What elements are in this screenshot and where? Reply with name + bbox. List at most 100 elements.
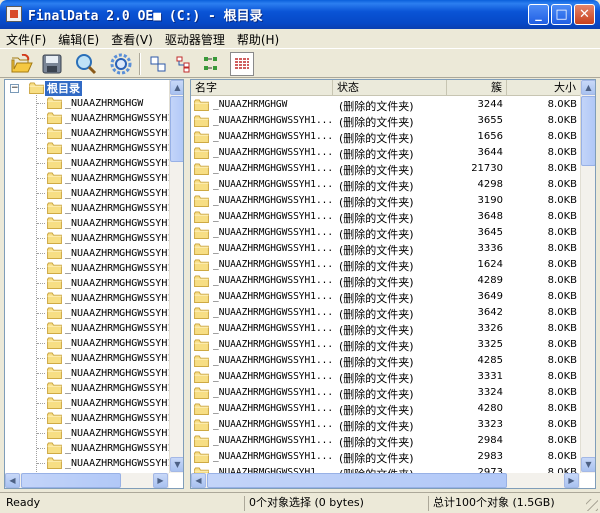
tree-item[interactable]: _NUAAZHRMGHGWSSYH12	[5, 306, 179, 321]
tree-item[interactable]: _NUAAZHRMGHGWSSYH12	[5, 291, 179, 306]
file-list-pane[interactable]: 名字 状态 簇 大小 _NUAAZHRMGHGW (删除的文件夹) 3244 8.0K…	[190, 79, 596, 489]
tree-item[interactable]: _NUAAZHRMGHGW	[5, 96, 171, 111]
menu-drive-management[interactable]: 驱动器管理	[159, 29, 231, 48]
scroll-down-icon[interactable]: ▼	[581, 457, 595, 472]
minimize-button[interactable]: _	[528, 4, 549, 25]
view-list-icon[interactable]	[200, 52, 224, 76]
list-horizontal-scrollbar[interactable]: ◀ ▶	[191, 473, 580, 488]
file-row[interactable]: _NUAAZHRMGHGWSSYH1... (删除的文件夹) 3326 8.0KB	[191, 321, 581, 337]
tree-item[interactable]: _NUAAZHRMGHGWSSYH12	[5, 441, 179, 456]
file-row[interactable]: _NUAAZHRMGHGWSSYH1... (删除的文件夹) 3648 8.0KB	[191, 209, 581, 225]
tree-item[interactable]: _NUAAZHRMGHGWSSYH12	[5, 141, 179, 156]
folder-icon	[194, 179, 209, 191]
file-row[interactable]: _NUAAZHRMGHGWSSYH1... (删除的文件夹) 4298 8.0KB	[191, 177, 581, 193]
column-size[interactable]: 大小	[507, 80, 581, 96]
file-row[interactable]: _NUAAZHRMGHGWSSYH1... (删除的文件夹) 3645 8.0KB	[191, 225, 581, 241]
menu-edit[interactable]: 编辑(E)	[52, 29, 105, 48]
settings-gear-icon[interactable]	[109, 52, 133, 76]
collapse-toggle-icon[interactable]: −	[10, 84, 19, 93]
view-large-icons-icon[interactable]	[146, 52, 170, 76]
file-size: 8.0KB	[547, 339, 577, 350]
file-row[interactable]: _NUAAZHRMGHGWSSYH1... (删除的文件夹) 3649 8.0KB	[191, 289, 581, 305]
tree-item[interactable]: _NUAAZHRMGHGWSSYH12	[5, 426, 179, 441]
scroll-down-icon[interactable]: ▼	[170, 457, 183, 472]
close-button[interactable]: ✕	[574, 4, 595, 25]
tree-item[interactable]: _NUAAZHRMGHGWSSYH12	[5, 411, 179, 426]
tree-item-label: _NUAAZHRMGHGWSSYH12	[65, 173, 180, 184]
resize-grip[interactable]	[586, 499, 598, 511]
menu-view[interactable]: 查看(V)	[105, 29, 159, 48]
open-folder-icon[interactable]	[10, 52, 34, 76]
tree-item[interactable]: _NUAAZHRMGHGWSSYH12	[5, 456, 179, 471]
scroll-left-icon[interactable]: ◀	[5, 473, 20, 488]
file-row[interactable]: _NUAAZHRMGHGWSSYH1... (删除的文件夹) 3190 8.0KB	[191, 193, 581, 209]
title-bar[interactable]: FinalData 2.0 OE■ (C:) - 根目录 _ □ ✕	[0, 0, 600, 29]
tree-vertical-scrollbar[interactable]: ▲ ▼	[169, 80, 183, 473]
tree-item[interactable]: _NUAAZHRMGHGWSSYH12	[5, 261, 179, 276]
file-row[interactable]: _NUAAZHRMGHGWSSYH1... (删除的文件夹) 3325 8.0KB	[191, 337, 581, 353]
scroll-thumb-horizontal[interactable]	[207, 473, 507, 488]
tree-item[interactable]: _NUAAZHRMGHGWSSYH12	[5, 381, 179, 396]
file-row[interactable]: _NUAAZHRMGHGWSSYH1... (删除的文件夹) 3655 8.0KB	[191, 113, 581, 129]
file-size: 8.0KB	[547, 259, 577, 270]
maximize-button[interactable]: □	[551, 4, 572, 25]
tree-item[interactable]: _NUAAZHRMGHGWSSYH12	[5, 111, 179, 126]
file-row[interactable]: _NUAAZHRMGHGWSSYH1... (删除的文件夹) 21730 8.0KB	[191, 161, 581, 177]
column-name[interactable]: 名字	[191, 80, 333, 96]
tree-item[interactable]: _NUAAZHRMGHGWSSYH12	[5, 216, 179, 231]
tree-item[interactable]: _NUAAZHRMGHGWSSYH12	[5, 171, 179, 186]
search-magnifier-icon[interactable]	[74, 52, 98, 76]
column-status[interactable]: 状态	[333, 80, 447, 96]
file-row[interactable]: _NUAAZHRMGHGWSSYH1... (删除的文件夹) 2984 8.0KB	[191, 433, 581, 449]
file-size: 8.0KB	[547, 371, 577, 382]
tree-item[interactable]: _NUAAZHRMGHGWSSYH12	[5, 366, 179, 381]
folder-tree-pane[interactable]: − 根目录 _NUAAZHRMGHGW _NUAAZHRMGHGWSSYH12 _N…	[4, 79, 184, 489]
view-small-icons-icon[interactable]	[173, 52, 197, 76]
scroll-up-icon[interactable]: ▲	[170, 80, 183, 95]
save-disk-icon[interactable]	[40, 52, 64, 76]
file-row[interactable]: _NUAAZHRMGHGWSSYH1... (删除的文件夹) 3324 8.0KB	[191, 385, 581, 401]
file-row[interactable]: _NUAAZHRMGHGWSSYH1... (删除的文件夹) 1624 8.0KB	[191, 257, 581, 273]
folder-icon	[47, 232, 62, 244]
tree-item[interactable]: _NUAAZHRMGHGWSSYH12	[5, 336, 179, 351]
list-vertical-scrollbar[interactable]: ▲ ▼	[580, 80, 595, 473]
file-row[interactable]: _NUAAZHRMGHGWSSYH1... (删除的文件夹) 3323 8.0KB	[191, 417, 581, 433]
file-row[interactable]: _NUAAZHRMGHGWSSYH1... (删除的文件夹) 1656 8.0KB	[191, 129, 581, 145]
file-row[interactable]: _NUAAZHRMGHGWSSYH1... (删除的文件夹) 4285 8.0KB	[191, 353, 581, 369]
file-row[interactable]: _NUAAZHRMGHGWSSYH1... (删除的文件夹) 2983 8.0KB	[191, 449, 581, 465]
file-row[interactable]: _NUAAZHRMGHGWSSYH1... (删除的文件夹) 3331 8.0KB	[191, 369, 581, 385]
tree-item[interactable]: _NUAAZHRMGHGWSSYH12	[5, 321, 179, 336]
tree-item[interactable]: _NUAAZHRMGHGWSSYH12	[5, 231, 179, 246]
scroll-thumb-horizontal[interactable]	[21, 473, 121, 488]
tree-item[interactable]: _NUAAZHRMGHGWSSYH12	[5, 126, 179, 141]
tree-item[interactable]: _NUAAZHRMGHGWSSYH12	[5, 246, 179, 261]
file-status: (删除的文件夹)	[339, 340, 414, 353]
view-details-icon[interactable]	[230, 52, 254, 76]
file-row[interactable]: _NUAAZHRMGHGWSSYH1... (删除的文件夹) 4289 8.0KB	[191, 273, 581, 289]
tree-item[interactable]: _NUAAZHRMGHGWSSYH12	[5, 396, 179, 411]
tree-item[interactable]: _NUAAZHRMGHGWSSYH12	[5, 276, 179, 291]
scroll-thumb[interactable]	[170, 96, 183, 162]
tree-item[interactable]: _NUAAZHRMGHGWSSYH12	[5, 351, 179, 366]
tree-connector	[37, 253, 45, 254]
file-row[interactable]: _NUAAZHRMGHGW (删除的文件夹) 3244 8.0KB	[191, 97, 581, 113]
menu-file[interactable]: 文件(F)	[0, 29, 52, 48]
tree-item[interactable]: _NUAAZHRMGHGWSSYH12	[5, 201, 179, 216]
tree-item[interactable]: _NUAAZHRMGHGWSSYH12	[5, 156, 179, 171]
tree-root-row[interactable]: − 根目录	[5, 81, 171, 96]
file-size: 8.0KB	[547, 419, 577, 430]
scroll-left-icon[interactable]: ◀	[191, 473, 206, 488]
file-row[interactable]: _NUAAZHRMGHGWSSYH1... (删除的文件夹) 3642 8.0KB	[191, 305, 581, 321]
tree-horizontal-scrollbar[interactable]: ◀ ▶	[5, 473, 169, 488]
file-row[interactable]: _NUAAZHRMGHGWSSYH1... (删除的文件夹) 3336 8.0KB	[191, 241, 581, 257]
file-row[interactable]: _NUAAZHRMGHGWSSYH1... (删除的文件夹) 3644 8.0KB	[191, 145, 581, 161]
column-cluster[interactable]: 簇	[447, 80, 507, 96]
tree-item-label: _NUAAZHRMGHGWSSYH12	[65, 143, 180, 154]
file-row[interactable]: _NUAAZHRMGHGWSSYH1... (删除的文件夹) 4280 8.0KB	[191, 401, 581, 417]
scroll-right-icon[interactable]: ▶	[564, 473, 579, 488]
tree-item[interactable]: _NUAAZHRMGHGWSSYH12	[5, 186, 179, 201]
scroll-right-icon[interactable]: ▶	[153, 473, 168, 488]
scroll-thumb[interactable]	[581, 96, 595, 166]
menu-help[interactable]: 帮助(H)	[231, 29, 285, 48]
scroll-up-icon[interactable]: ▲	[581, 80, 595, 95]
